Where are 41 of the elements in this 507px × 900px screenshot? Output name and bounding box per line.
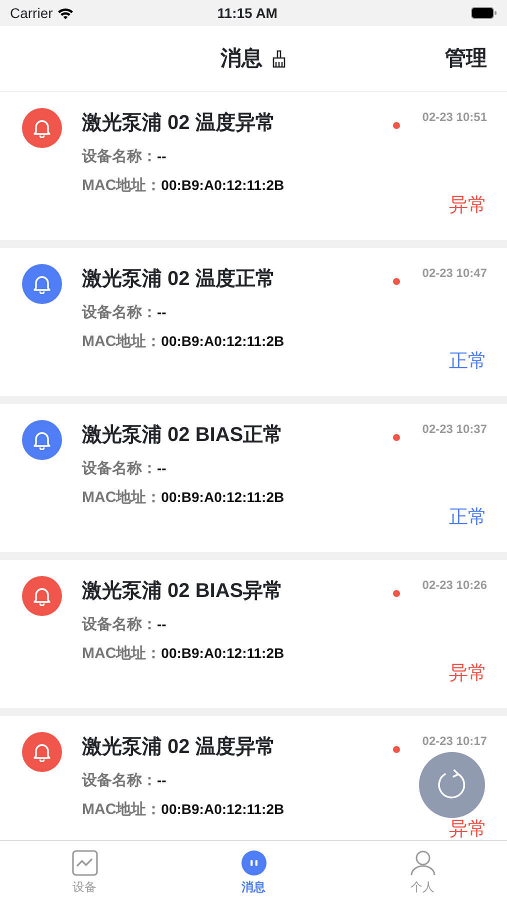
- message-card[interactable]: 激光泵浦 02 BIAS异常 设备名称：-- MAC地址：00:B9:A0:12:11:2B 02-23 10:26 异常: [0, 560, 507, 708]
- message-card[interactable]: 激光泵浦 02 温度正常 设备名称：-- MAC地址：00:B9:A0:12:11:2B 02-23 10:47 正常: [0, 248, 507, 396]
- message-card[interactable]: 激光泵浦 02 温度异常 设备名称：-- MAC地址：00:B9:A0:12:11:2B 02-23 10:51 异常: [0, 92, 507, 240]
- page-title: 消息: [220, 46, 262, 72]
- chat-icon: [240, 850, 266, 876]
- message-time: 02-23 10:47: [422, 265, 487, 282]
- message-card[interactable]: 激光泵浦 02 BIAS正常 设备名称：-- MAC地址：00:B9:A0:12:11:2B 02-23 10:37 正常: [0, 404, 507, 552]
- status-label: 异常: [449, 821, 487, 839]
- mac-address-line: MAC地址：00:B9:A0:12:11:2B: [82, 800, 286, 820]
- message-title: 激光泵浦 02 BIAS异常: [82, 579, 284, 604]
- device-name-line: 设备名称：--: [82, 303, 168, 323]
- chart-icon: [72, 850, 98, 876]
- status-label: 异常: [449, 197, 487, 215]
- status-time: 11:15 AM: [217, 4, 278, 22]
- status-label: 异常: [449, 665, 487, 683]
- message-card[interactable]: 激光泵浦 02 温度异常 设备名称：-- MAC地址：00:B9:A0:12:11:2B 02-23 10:17 异常: [0, 716, 507, 840]
- device-name-line: 设备名称：--: [82, 615, 168, 635]
- device-name-line: 设备名称：--: [82, 459, 168, 479]
- carrier-name: Carrier: [10, 4, 53, 22]
- broom-icon[interactable]: [270, 50, 286, 68]
- status-label: 正常: [449, 353, 487, 371]
- battery-icon: [471, 7, 497, 19]
- message-time: 02-23 10:37: [422, 421, 487, 438]
- wifi-icon: [56, 6, 74, 20]
- status-label: 正常: [449, 509, 487, 527]
- message-title: 激光泵浦 02 温度异常: [82, 110, 276, 136]
- person-icon: [410, 850, 436, 876]
- message-title: 激光泵浦 02 BIAS正常: [82, 423, 284, 448]
- mac-address-line: MAC地址：00:B9:A0:12:11:2B: [82, 176, 286, 196]
- device-name-line: 设备名称：--: [82, 147, 168, 167]
- manage-button[interactable]: 管理: [445, 42, 487, 74]
- tab-label[interactable]: 消息: [242, 878, 266, 896]
- device-name-line: 设备名称：--: [82, 771, 168, 791]
- mac-address-line: MAC地址：00:B9:A0:12:11:2B: [82, 644, 286, 664]
- message-time: 02-23 10:17: [422, 733, 487, 750]
- message-time: 02-23 10:51: [422, 109, 487, 126]
- mac-address-line: MAC地址：00:B9:A0:12:11:2B: [82, 332, 286, 352]
- message-time: 02-23 10:26: [422, 577, 487, 594]
- message-title: 激光泵浦 02 温度异常: [82, 734, 276, 760]
- message-title: 激光泵浦 02 温度正常: [82, 266, 276, 292]
- mac-address-line: MAC地址：00:B9:A0:12:11:2B: [82, 488, 286, 508]
